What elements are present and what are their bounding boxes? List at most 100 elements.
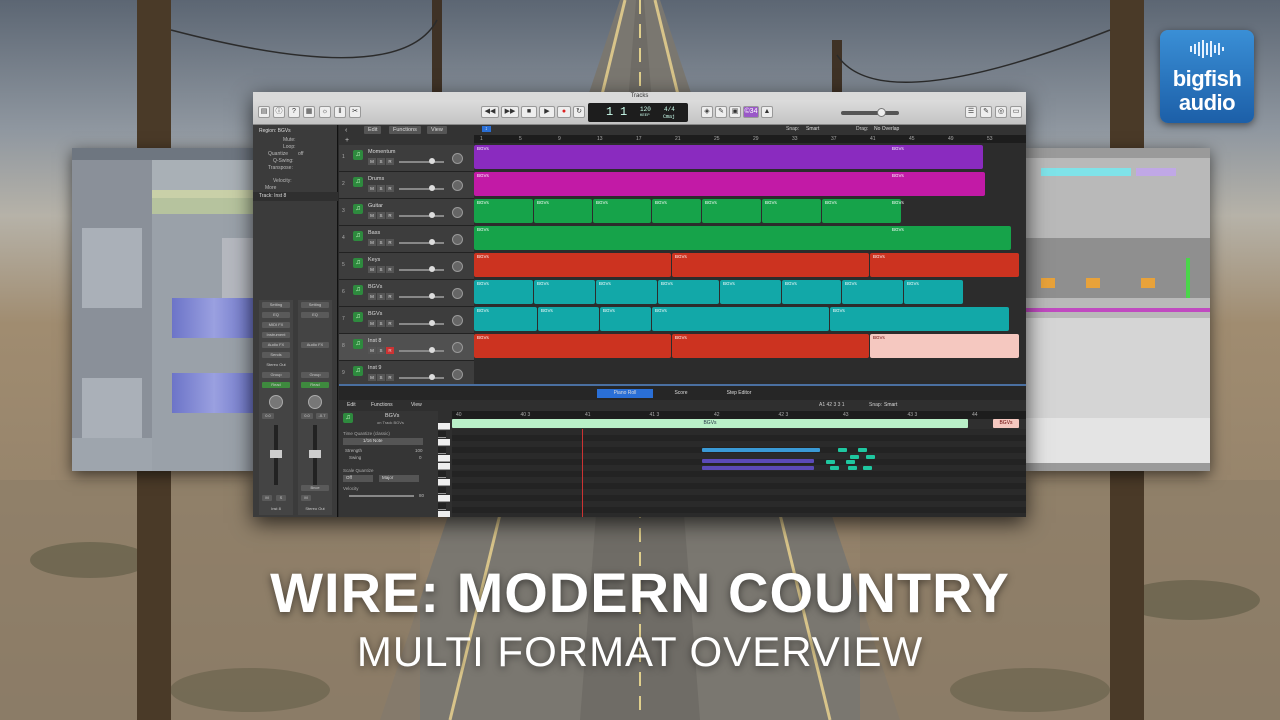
track-header[interactable]: 7 ♫ BGVs M S R	[339, 307, 474, 334]
record-enable-button[interactable]: R	[386, 185, 394, 192]
mixer-icon[interactable]: ⫴	[334, 106, 346, 118]
piano-key[interactable]	[438, 455, 450, 462]
volume-knob[interactable]	[429, 185, 435, 191]
group-slot[interactable]: Group	[301, 372, 329, 378]
solo-button[interactable]: S	[377, 293, 385, 300]
track-volume-slider[interactable]	[399, 188, 444, 190]
record-enable-button[interactable]: R	[386, 266, 394, 273]
track-name[interactable]: Bass	[368, 230, 380, 236]
tuner-icon[interactable]: ◈	[701, 106, 713, 118]
piano-key[interactable]	[438, 503, 446, 510]
record-enable-button[interactable]: R	[386, 293, 394, 300]
mute-button[interactable]: M	[368, 347, 376, 354]
pan-knob[interactable]	[452, 315, 463, 326]
midi-note[interactable]	[866, 455, 875, 459]
piano-key[interactable]	[438, 487, 446, 494]
solo-button[interactable]: S	[377, 239, 385, 246]
pan-knob[interactable]	[452, 153, 463, 164]
midi-note[interactable]	[702, 459, 814, 463]
volume-knob[interactable]	[429, 293, 435, 299]
solo-button[interactable]: S	[377, 158, 385, 165]
eq-button[interactable]: EQ	[262, 312, 290, 318]
piano-key[interactable]	[438, 463, 450, 470]
inspector-region[interactable]: Region: BGVs	[259, 128, 291, 134]
track-header[interactable]: 3 ♫ Guitar M S R	[339, 199, 474, 226]
region[interactable]: BGVs	[904, 280, 963, 304]
region[interactable]: BGVs	[762, 199, 821, 223]
piano-key[interactable]	[438, 479, 450, 486]
automation-read[interactable]: Read	[262, 382, 290, 388]
region[interactable]: BGVs	[596, 280, 657, 304]
snap-value[interactable]: Smart	[806, 126, 819, 132]
cycle-icon[interactable]: ↻	[573, 106, 585, 118]
region[interactable]: BGVs	[474, 199, 533, 223]
editor-ruler[interactable]: 40 40 3 41 41 3 42 42 3 43 43 3 44	[452, 411, 1026, 419]
region[interactable]: BGVs	[720, 280, 781, 304]
track-header[interactable]: 1 ♫ Momentum M S R	[339, 145, 474, 172]
mute-button[interactable]: M	[368, 320, 376, 327]
add-track-icon[interactable]: +	[345, 137, 349, 144]
region[interactable]: BGVs	[702, 199, 761, 223]
track-header[interactable]: 2 ♫ Drums M S R	[339, 172, 474, 199]
list-editors-icon[interactable]: ☰	[965, 106, 977, 118]
mute-button[interactable]: M	[368, 212, 376, 219]
solo-button[interactable]: S	[377, 374, 385, 381]
editors-icon[interactable]: ✂	[349, 106, 361, 118]
track-name[interactable]: Guitar	[368, 203, 383, 209]
editor-functions-menu[interactable]: Functions	[371, 402, 393, 408]
track-volume-slider[interactable]	[399, 296, 444, 298]
region[interactable]: BGVs	[600, 307, 651, 331]
midi-note[interactable]	[830, 466, 839, 470]
notepad-icon[interactable]: ✎	[980, 106, 992, 118]
piano-key[interactable]	[438, 423, 450, 430]
record-enable-button[interactable]: R	[386, 374, 394, 381]
midi-note[interactable]	[838, 448, 847, 452]
solo-button[interactable]: S	[377, 185, 385, 192]
pencil-icon[interactable]: ✎	[715, 106, 727, 118]
count-in-icon[interactable]: ▣	[729, 106, 741, 118]
master-volume-slider[interactable]	[841, 108, 899, 117]
solo-button[interactable]: S	[377, 266, 385, 273]
library-icon[interactable]: ▤	[258, 106, 270, 118]
region[interactable]: BGVs	[658, 280, 719, 304]
inspector-icon[interactable]: ⓘ	[273, 106, 285, 118]
region[interactable]: BGVs	[652, 199, 701, 223]
track-volume-slider[interactable]	[399, 323, 444, 325]
pan-knob[interactable]	[452, 288, 463, 299]
mute-button[interactable]: M	[262, 495, 272, 501]
record-button[interactable]: ●	[557, 106, 571, 118]
play-button[interactable]: ▶	[539, 106, 555, 118]
track-name[interactable]: Keys	[368, 257, 380, 263]
tab-piano-roll[interactable]: Piano Roll	[597, 389, 653, 398]
bar-ruler[interactable]: 1 5 9 13 17 21 25 29 33 37 41 45 49 53	[474, 135, 1026, 143]
pan-knob[interactable]	[452, 180, 463, 191]
region[interactable]: BGVs	[474, 280, 533, 304]
volume-knob[interactable]	[429, 347, 435, 353]
pan-knob[interactable]	[308, 395, 322, 409]
editor-region-bar[interactable]: BGVs	[452, 419, 968, 428]
lcd-display[interactable]: 1 1 120 KEEP 4/4 Cmaj	[588, 103, 688, 122]
solo-button[interactable]: S	[377, 320, 385, 327]
midi-note[interactable]	[850, 455, 859, 459]
count-badge[interactable]: ©34	[743, 106, 759, 118]
editor-snap-value[interactable]: Smart	[884, 402, 897, 408]
track-name[interactable]: BGVs	[368, 311, 382, 317]
midi-note[interactable]	[863, 466, 872, 470]
mute-button[interactable]: M	[368, 266, 376, 273]
record-enable-button[interactable]: R	[386, 347, 394, 354]
track-name[interactable]: Drums	[368, 176, 384, 182]
rewind-button[interactable]: ◀◀	[481, 106, 499, 118]
piano-keys[interactable]	[339, 423, 459, 517]
record-enable-button[interactable]: R	[386, 239, 394, 246]
editor-view-menu[interactable]: View	[411, 402, 422, 408]
editor-region-end[interactable]: BGVs	[993, 419, 1019, 428]
inspector-quantize-value[interactable]: off	[298, 151, 303, 157]
pan-knob[interactable]	[452, 342, 463, 353]
pan-knob[interactable]	[452, 207, 463, 218]
audio-fx-slot[interactable]: Audio FX	[262, 342, 290, 348]
drag-value[interactable]: No Overlap	[874, 126, 899, 132]
pan-knob[interactable]	[452, 261, 463, 272]
track-name[interactable]: Inst 8	[368, 338, 381, 344]
tab-score[interactable]: Score	[653, 389, 709, 398]
track-header[interactable]: 8 ♫ Inst 8 MSR	[339, 334, 474, 361]
